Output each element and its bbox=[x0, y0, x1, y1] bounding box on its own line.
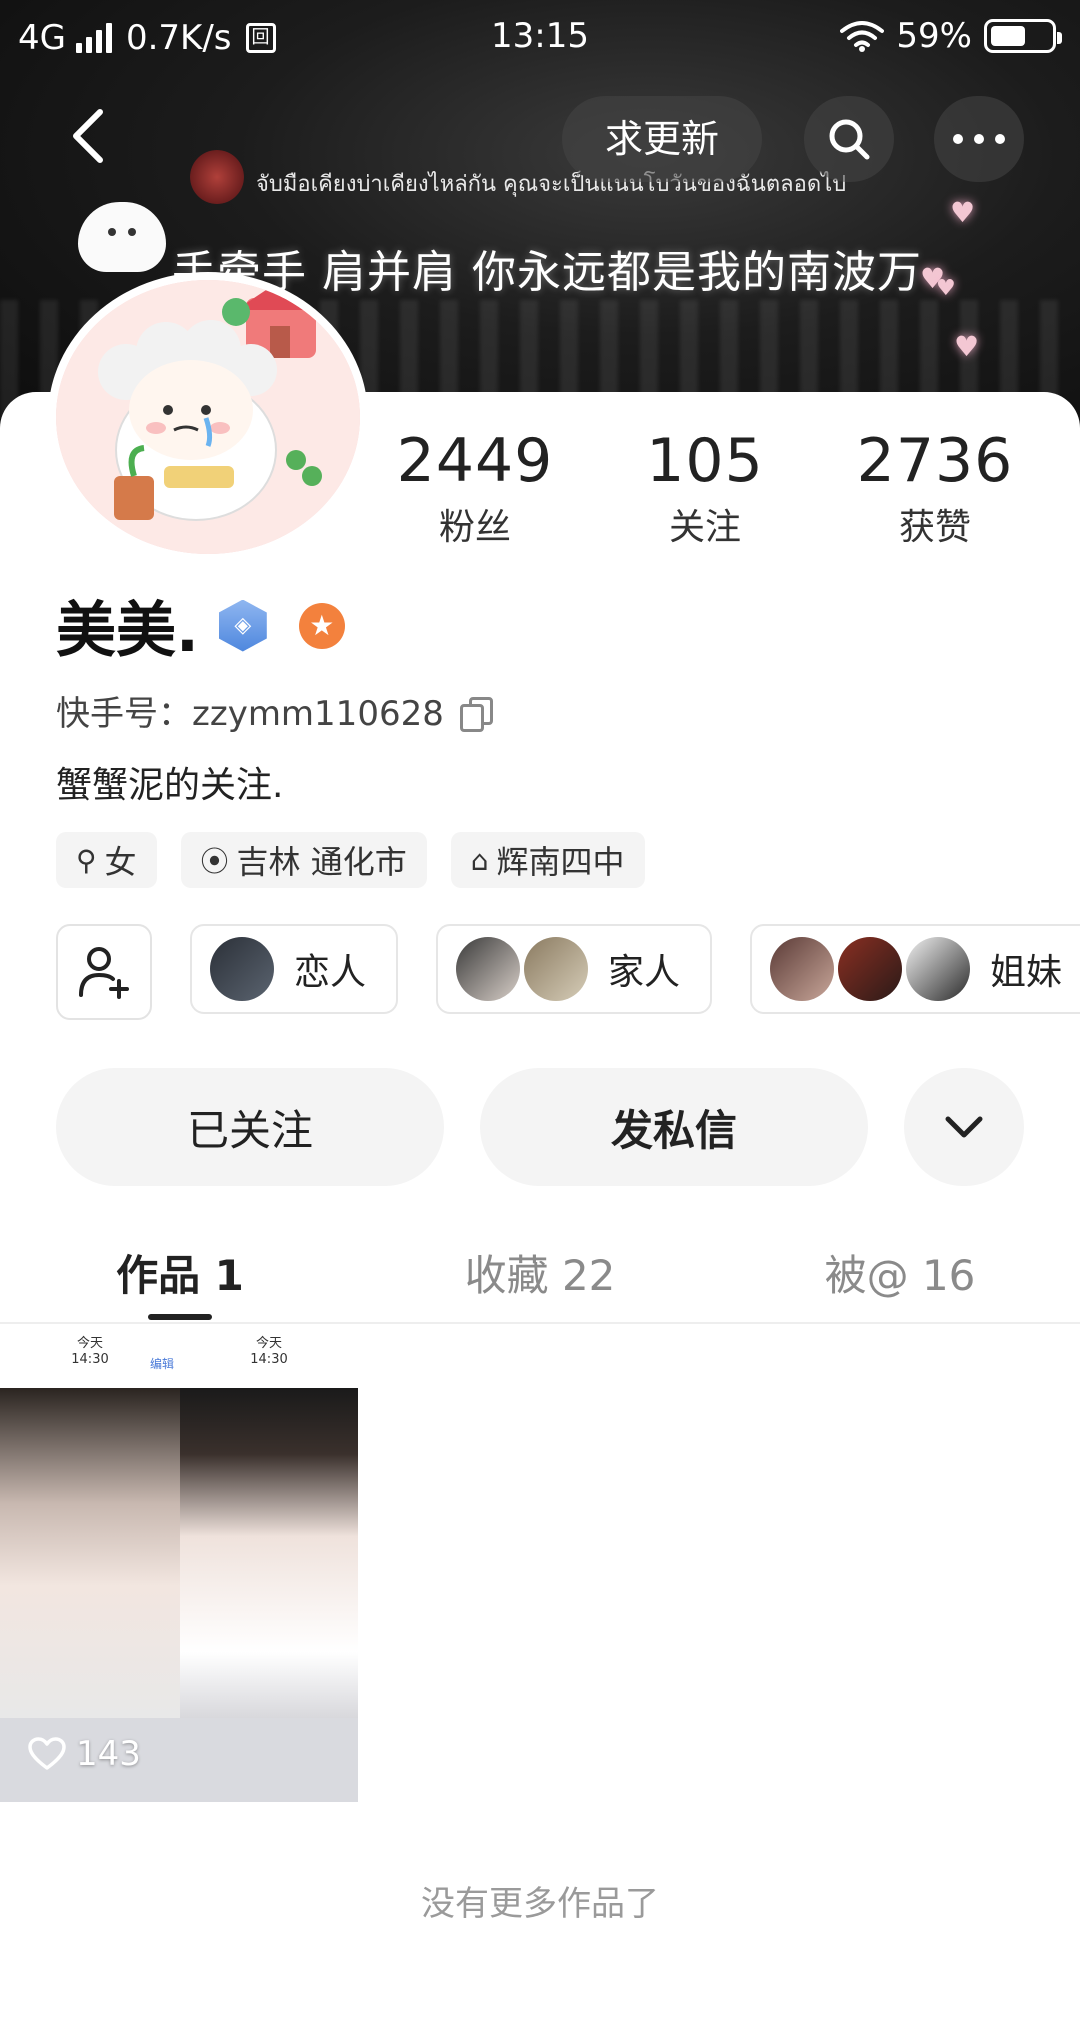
following-label: 关注 bbox=[668, 507, 741, 548]
profile-tags: ⚲ 女 ⦿ 吉林 通化市 ⌂ 辉南四中 bbox=[56, 832, 645, 888]
back-arrow-icon bbox=[73, 109, 103, 163]
following-stat[interactable]: 105 关注 bbox=[590, 426, 820, 550]
relation-avatar bbox=[906, 937, 971, 1001]
request-update-button[interactable]: 求更新 bbox=[562, 96, 762, 182]
gender-text: 女 bbox=[104, 843, 137, 881]
status-bar: 4G 0.7K/s 回 13:15 59% bbox=[0, 0, 1080, 74]
copy-icon[interactable] bbox=[459, 696, 493, 732]
school-text: 辉南四中 bbox=[496, 843, 625, 881]
content-tabs: 作品 1 收藏 22 被@ 16 bbox=[0, 1228, 1080, 1324]
post-likes: 143 bbox=[28, 1734, 141, 1774]
post-left-edit: 编辑 bbox=[149, 1357, 174, 1371]
post-thumbnail[interactable]: 今天 14:30 编辑 今天 14:30 bbox=[0, 1326, 358, 1802]
no-more-posts-text: 没有更多作品了 bbox=[421, 1884, 659, 1924]
likes-stat[interactable]: 2736 获赞 bbox=[820, 426, 1050, 550]
user-id-row: 快手号：zzymm110628 bbox=[56, 686, 493, 735]
relation-avatar bbox=[210, 937, 274, 1001]
name-row: 美美. ◈ ★ bbox=[56, 582, 345, 669]
heart-decoration: ♥ bbox=[936, 276, 956, 301]
search-icon bbox=[829, 119, 870, 160]
relation-lover-label: 恋人 bbox=[294, 952, 367, 993]
user-bio: 蟹蟹泥的关注. bbox=[56, 765, 284, 806]
tab-favorites[interactable]: 收藏 22 bbox=[360, 1228, 720, 1322]
wifi-icon bbox=[840, 21, 885, 52]
star-badge-icon[interactable]: ★ bbox=[298, 602, 345, 649]
sheep-avatar-image bbox=[56, 280, 360, 554]
post-right-footer bbox=[180, 1718, 358, 1802]
fans-count: 2449 bbox=[396, 426, 554, 496]
heart-decoration: ♥ bbox=[954, 330, 980, 363]
user-name: 美美. bbox=[56, 596, 199, 666]
likes-count: 2736 bbox=[856, 426, 1014, 496]
post-right-day: 今天 bbox=[255, 1336, 282, 1351]
action-row: 已关注 发私信 bbox=[56, 1068, 1024, 1186]
relation-sisters-chip[interactable]: 姐妹 bbox=[750, 924, 1080, 1014]
post-right-header: 今天 14:30 bbox=[180, 1326, 358, 1388]
followed-button[interactable]: 已关注 bbox=[56, 1068, 444, 1186]
fans-stat[interactable]: 2449 粉丝 bbox=[360, 426, 590, 550]
user-id-label: 快手号： bbox=[56, 694, 192, 734]
following-count: 105 bbox=[646, 426, 764, 496]
relation-avatar bbox=[456, 937, 521, 1001]
back-button[interactable] bbox=[62, 104, 118, 168]
heart-decoration: ♥ bbox=[950, 196, 976, 229]
tab-works[interactable]: 作品 1 bbox=[0, 1228, 360, 1322]
relation-lover-chip[interactable]: 恋人 bbox=[190, 924, 399, 1014]
battery-icon bbox=[984, 19, 1062, 53]
post-left-header: 今天 14:30 编辑 bbox=[0, 1326, 180, 1388]
gender-tag: ⚲ 女 bbox=[56, 832, 157, 888]
post-photo-right bbox=[180, 1388, 358, 1718]
add-relation-button[interactable] bbox=[56, 924, 152, 1020]
tab-mentions[interactable]: 被@ 16 bbox=[720, 1228, 1080, 1322]
battery-percent: 59% bbox=[896, 16, 972, 56]
banner-thai-text: จับมือเคียงบ่าเคียงไหล่กัน คุณจะเป็นแนนโ… bbox=[256, 172, 847, 197]
level-badge-icon[interactable]: ◈ bbox=[218, 599, 267, 652]
rose-decoration bbox=[190, 150, 244, 204]
relation-sisters-label: 姐妹 bbox=[990, 952, 1063, 993]
chevron-down-icon bbox=[945, 1116, 983, 1138]
profile-stats: 2449 粉丝 105 关注 2736 获赞 bbox=[360, 426, 1050, 550]
post-left-day: 今天 bbox=[76, 1336, 103, 1351]
send-message-button[interactable]: 发私信 bbox=[480, 1068, 868, 1186]
relation-family-chip[interactable]: 家人 bbox=[436, 924, 713, 1014]
likes-label: 获赞 bbox=[898, 507, 971, 548]
relation-family-label: 家人 bbox=[608, 952, 681, 993]
user-id: zzymm110628 bbox=[192, 694, 444, 734]
location-pin-icon: ⦿ bbox=[200, 845, 229, 878]
relation-avatar bbox=[838, 937, 903, 1001]
avatar[interactable] bbox=[48, 272, 368, 562]
search-button[interactable] bbox=[804, 96, 894, 182]
post-right-time: 14:30 bbox=[250, 1352, 288, 1367]
female-icon: ⚲ bbox=[76, 843, 97, 877]
post-right-panel: 今天 14:30 bbox=[180, 1326, 358, 1802]
fans-label: 粉丝 bbox=[438, 507, 511, 548]
more-dots-icon bbox=[953, 134, 1005, 144]
post-photo-left bbox=[0, 1388, 180, 1718]
location-tag[interactable]: ⦿ 吉林 通化市 bbox=[180, 832, 427, 888]
school-tag[interactable]: ⌂ 辉南四中 bbox=[450, 832, 645, 888]
post-left-panel: 今天 14:30 编辑 bbox=[0, 1326, 180, 1802]
relations-row: 恋人 家人 姐妹 bbox=[56, 924, 1080, 1020]
add-person-icon bbox=[79, 947, 129, 999]
more-options-button[interactable] bbox=[934, 96, 1024, 182]
post-likes-count: 143 bbox=[76, 1734, 141, 1774]
location-text: 吉林 通化市 bbox=[236, 843, 407, 881]
school-cap-icon: ⌂ bbox=[470, 843, 489, 877]
relation-avatar bbox=[524, 937, 589, 1001]
expand-button[interactable] bbox=[904, 1068, 1024, 1186]
heart-outline-icon bbox=[28, 1737, 66, 1770]
cloud-sticker bbox=[78, 202, 166, 272]
relation-avatar bbox=[770, 937, 835, 1001]
